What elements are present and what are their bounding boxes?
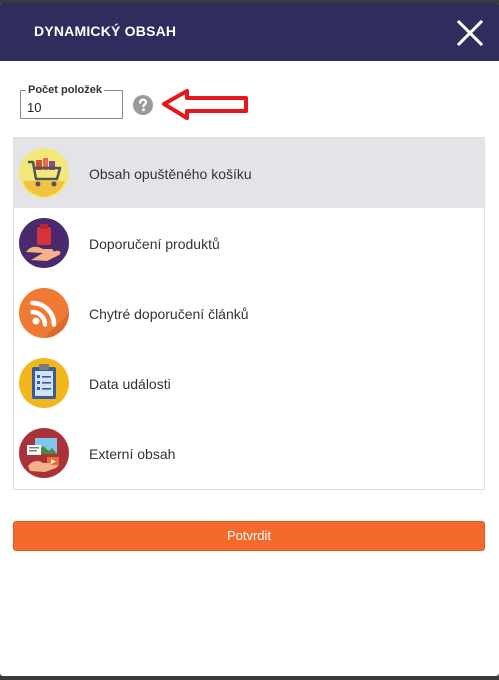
external-media-icon (19, 428, 69, 478)
list-item-label: Obsah opuštěného košíku (89, 166, 252, 182)
dialog-header: DYNAMICKÝ OBSAH (0, 3, 499, 61)
list-item-label: Chytré doporučení článků (89, 306, 249, 322)
content-type-list: Obsah opuštěného košíku Doporučení produ… (13, 137, 485, 490)
question-circle-icon[interactable] (133, 95, 153, 115)
list-item-label: Data události (89, 376, 171, 392)
list-item-abandoned-cart[interactable]: Obsah opuštěného košíku (14, 138, 484, 208)
list-item-label: Externí obsah (89, 446, 176, 462)
list-item-event-data[interactable]: Data události (14, 348, 484, 418)
list-item-product-recommendations[interactable]: Doporučení produktů (14, 208, 484, 278)
list-item-smart-articles[interactable]: Chytré doporučení článků (14, 278, 484, 348)
clipboard-checklist-icon (19, 358, 69, 408)
confirm-button[interactable]: Potvrdit (13, 521, 485, 551)
product-hand-icon (19, 218, 69, 268)
item-count-label: Počet položek (26, 84, 104, 96)
list-item-label: Doporučení produktů (89, 236, 220, 252)
dialog-title: DYNAMICKÝ OBSAH (34, 23, 177, 39)
list-item-external-content[interactable]: Externí obsah (14, 418, 484, 488)
rss-icon (19, 288, 69, 338)
annotation-arrow-icon (162, 89, 248, 120)
close-icon (456, 19, 484, 47)
shopping-cart-icon (19, 148, 69, 198)
dynamic-content-dialog: DYNAMICKÝ OBSAH Počet položek 10 Obsah o… (0, 3, 499, 676)
close-button[interactable] (452, 15, 488, 51)
